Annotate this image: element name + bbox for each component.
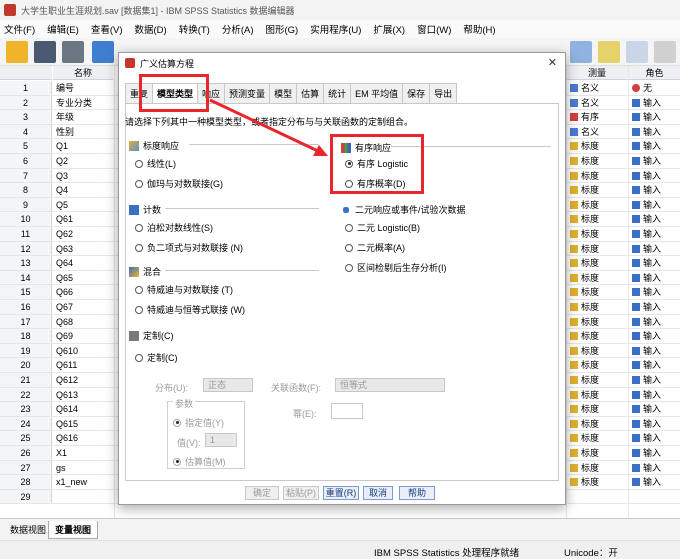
annotation-arrow: [209, 98, 328, 156]
